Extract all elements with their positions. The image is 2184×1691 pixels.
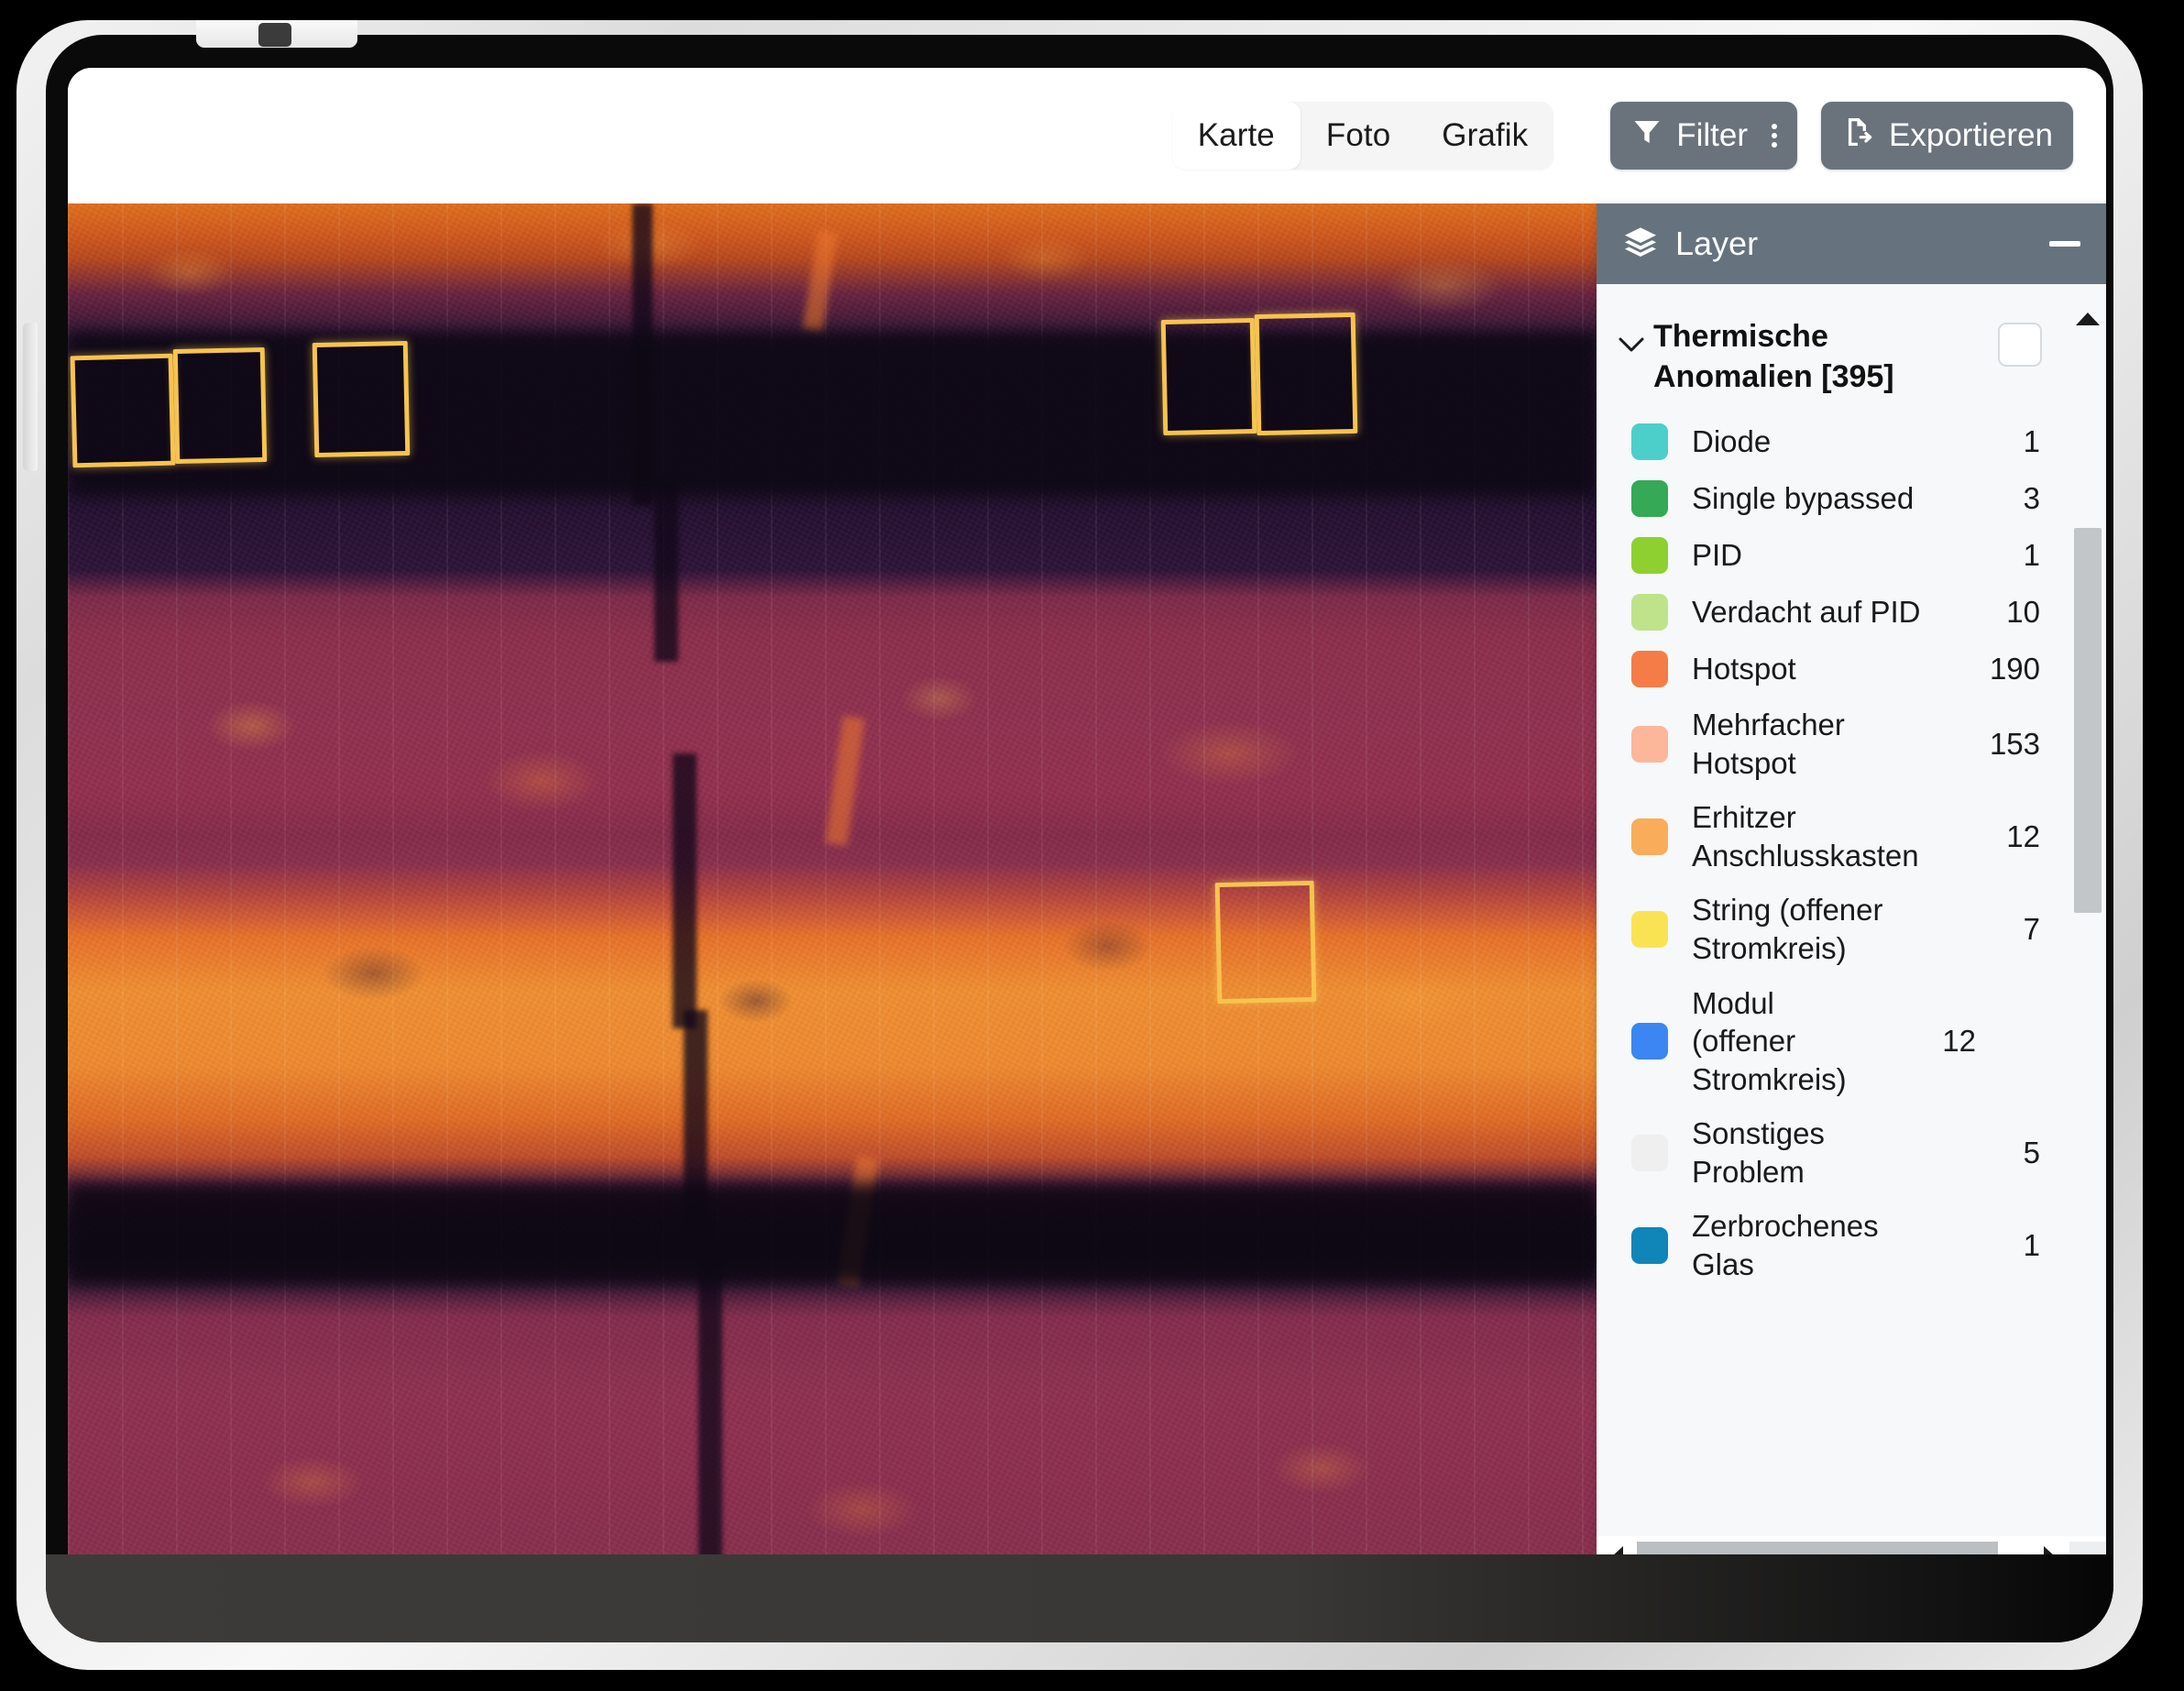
color-swatch (1631, 651, 1668, 688)
layer-item-count: 5 (2023, 1135, 2040, 1169)
tablet-camera-icon (258, 23, 291, 47)
app-screen: Karte Foto Grafik Filter Exportieren Lay… (68, 68, 2106, 1578)
layer-item-count: 3 (2023, 481, 2040, 516)
chevron-down-icon[interactable] (1609, 310, 1653, 356)
anomaly-box[interactable] (1214, 880, 1317, 1005)
view-mode-tabs: Karte Foto Grafik (1171, 102, 1554, 170)
layer-panel-title: Layer (1675, 225, 1759, 262)
tab-foto[interactable]: Foto (1301, 102, 1416, 170)
layer-item-label: Zerbrochenes Glas (1692, 1209, 1879, 1281)
layer-item-sonstiges-problem[interactable]: Sonstiges Problem 5 (1597, 1106, 2106, 1199)
layer-item-count: 10 (2006, 595, 2040, 630)
layer-panel-body: Thermische Anomalien [395] Diode 1 Singl… (1597, 284, 2106, 1578)
layer-panel: Layer Thermische Anomalien [395] Diode 1… (1597, 203, 2106, 1578)
layer-panel-header[interactable]: Layer (1597, 203, 2106, 284)
layer-item-count: 7 (2023, 911, 2040, 946)
layer-item-count: 1 (2023, 1227, 2040, 1262)
layer-item-count: 1 (2023, 538, 2040, 573)
layer-group-thermische-anomalien[interactable]: Thermische Anomalien [395] (1597, 284, 2106, 408)
layer-item-pid[interactable]: PID 1 (1597, 527, 2106, 584)
layer-item-erhitzer-anschlusskasten[interactable]: Erhitzer Anschlusskasten 12 (1597, 790, 2106, 883)
vertical-scroll-track[interactable] (2069, 326, 2106, 1536)
anomaly-box[interactable] (1254, 312, 1358, 436)
document-export-icon (1841, 115, 1876, 158)
layer-item-label: Erhitzer Anschlusskasten (1692, 800, 1919, 873)
color-swatch (1631, 1022, 1668, 1060)
app-toolbar: Karte Foto Grafik Filter Exportieren (68, 68, 2106, 203)
minus-icon[interactable] (2049, 241, 2080, 247)
layer-item-zerbrochenes-glas[interactable]: Zerbrochenes Glas 1 (1597, 1199, 2106, 1291)
color-swatch (1631, 818, 1668, 855)
layer-item-mehrfacher-hotspot[interactable]: Mehrfacher Hotspot 153 (1597, 697, 2106, 790)
layer-item-modul-offener-stromkreis[interactable]: Modul (offener Stromkreis) 12 (1597, 976, 2106, 1107)
anomaly-box[interactable] (172, 346, 268, 465)
color-swatch (1631, 1134, 1668, 1171)
tablet-device-frame: Karte Foto Grafik Filter Exportieren Lay… (16, 20, 2143, 1670)
thermal-orthomosaic-image (68, 203, 1597, 1578)
layer-item-label: Single bypassed (1692, 481, 1915, 516)
layer-item-diode[interactable]: Diode 1 (1597, 413, 2106, 470)
layer-item-count: 12 (1942, 1023, 1976, 1058)
tab-karte[interactable]: Karte (1171, 102, 1301, 170)
layer-item-label: Mehrfacher Hotspot (1692, 708, 1845, 780)
layer-group-title: Thermische Anomalien [395] (1653, 319, 1894, 394)
layer-item-label: Diode (1692, 424, 1772, 459)
anomaly-box[interactable] (70, 353, 176, 468)
layer-item-count: 153 (1989, 726, 2040, 761)
layer-item-count: 190 (1989, 652, 2040, 686)
color-swatch (1631, 480, 1668, 518)
layer-item-label: Verdacht auf PID (1692, 595, 1921, 630)
layers-icon (1622, 224, 1659, 265)
layer-item-label: Hotspot (1692, 652, 1796, 686)
layer-group-checkbox[interactable] (1998, 323, 2042, 367)
vertical-scroll-thumb[interactable] (2074, 528, 2102, 913)
layer-item-label: String (offener Stromkreis) (1692, 893, 1883, 965)
filter-button-label: Filter (1676, 117, 1749, 153)
layer-item-verdacht-auf-pid[interactable]: Verdacht auf PID 10 (1597, 584, 2106, 641)
filter-button[interactable]: Filter (1610, 102, 1798, 170)
layer-item-count: 12 (2006, 818, 2040, 853)
layer-item-single-bypassed[interactable]: Single bypassed 3 (1597, 470, 2106, 527)
anomaly-box[interactable] (1160, 317, 1257, 436)
color-swatch (1631, 537, 1668, 575)
export-button[interactable]: Exportieren (1821, 102, 2073, 170)
layer-item-string-offener-stromkreis[interactable]: String (offener Stromkreis) 7 (1597, 883, 2106, 975)
thermal-map-canvas[interactable] (68, 203, 1597, 1578)
layer-item-label: Modul (offener Stromkreis) (1692, 985, 1847, 1096)
layer-item-list: Diode 1 Single bypassed 3 PID 1 Verdacht… (1597, 408, 2106, 1311)
color-swatch (1631, 594, 1668, 631)
color-swatch (1631, 910, 1668, 948)
layer-item-label: Sonstiges Problem (1692, 1116, 1825, 1189)
kebab-menu-icon[interactable] (1772, 124, 1778, 148)
tablet-bottom-shadow (46, 1554, 2113, 1642)
layer-panel-vertical-scrollbar[interactable] (2069, 284, 2106, 1578)
anomaly-box[interactable] (312, 340, 411, 458)
screenshot-stage: Karte Foto Grafik Filter Exportieren Lay… (0, 0, 2184, 1691)
funnel-icon (1630, 115, 1663, 157)
color-swatch (1631, 423, 1668, 461)
layer-item-hotspot[interactable]: Hotspot 190 (1597, 641, 2106, 697)
tablet-volume-button[interactable] (23, 323, 38, 471)
color-swatch (1631, 725, 1668, 763)
layer-item-label: PID (1692, 538, 1743, 573)
color-swatch (1631, 1226, 1668, 1264)
layer-item-count: 1 (2023, 424, 2040, 459)
triangle-up-icon[interactable] (2076, 284, 2100, 326)
export-button-label: Exportieren (1889, 117, 2053, 153)
tab-grafik[interactable]: Grafik (1416, 102, 1553, 170)
